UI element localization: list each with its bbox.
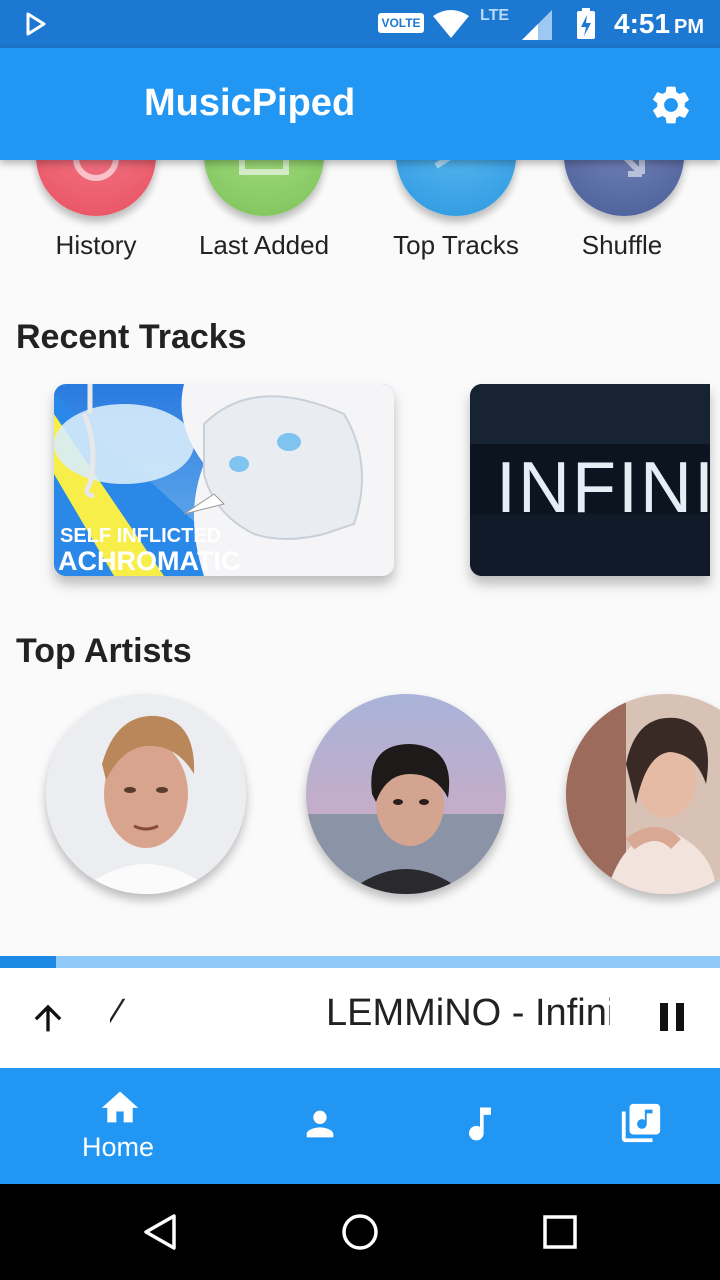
person-icon (306, 1110, 334, 1138)
library-music-icon (621, 1103, 661, 1143)
album-art-text: INFINIT (496, 448, 710, 528)
nav-item-artists[interactable] (260, 1068, 380, 1184)
wifi-icon (433, 10, 469, 38)
back-icon[interactable] (140, 1212, 180, 1252)
top-artists-list (0, 690, 720, 910)
artist-avatar[interactable] (566, 694, 720, 894)
system-navigation-bar (0, 1184, 720, 1280)
gear-icon[interactable] (648, 82, 694, 128)
music-note-icon (469, 1107, 491, 1141)
nav-item-home[interactable]: Home (60, 1068, 180, 1184)
album-art: SELF INFLICTED ACHROMATIC (54, 384, 394, 576)
volte-badge: VOLTE (378, 13, 424, 33)
quick-action-label: Last Added (198, 230, 330, 260)
marquee-fragment: ⁄ (114, 992, 121, 1034)
album-art: INFINIT (470, 384, 710, 576)
artist-avatar[interactable] (306, 694, 506, 894)
signal-icon (522, 10, 552, 40)
recents-icon[interactable] (540, 1212, 580, 1252)
now-playing-title: LEMMiNO - Infinite (326, 992, 610, 1034)
track-card[interactable]: INFINIT (470, 384, 710, 576)
recent-tracks-title: Recent Tracks (16, 318, 247, 356)
bottom-navigation: Home (0, 1068, 720, 1184)
arrow-up-icon[interactable] (28, 998, 68, 1038)
home-circle-icon[interactable] (340, 1212, 380, 1252)
playback-progress[interactable] (0, 956, 720, 968)
app-bar: MusicPiped (0, 48, 720, 160)
recent-tracks-list: SELF INFLICTED ACHROMATIC INFINIT (0, 370, 720, 600)
battery-charging-icon (577, 8, 595, 39)
app-title: MusicPiped (144, 82, 356, 124)
nav-item-tracks[interactable] (420, 1068, 540, 1184)
clock: 4:51 PM (614, 8, 705, 39)
nav-item-library[interactable] (580, 1068, 700, 1184)
quick-action-label: Shuffle (581, 230, 663, 260)
network-type: LTE (480, 7, 510, 24)
top-artists-title: Top Artists (16, 632, 192, 670)
mini-player[interactable]: ⁄ LEMMiNO - Infinite (0, 968, 720, 1068)
status-bar: VOLTE LTE 4:51 PM (0, 0, 720, 48)
pause-icon[interactable] (658, 1002, 686, 1032)
track-card[interactable]: SELF INFLICTED ACHROMATIC (54, 384, 394, 576)
artist-avatar[interactable] (46, 694, 246, 894)
home-icon (101, 1091, 139, 1123)
play-notification-icon (26, 12, 46, 36)
album-art-text: ACHROMATIC (58, 546, 240, 576)
album-art-text: SELF INFLICTED (60, 525, 221, 547)
playback-progress-fill (0, 956, 57, 968)
now-playing-marquee: ⁄ LEMMiNO - Infinite (110, 988, 610, 1044)
nav-label-home: Home (82, 1132, 155, 1162)
